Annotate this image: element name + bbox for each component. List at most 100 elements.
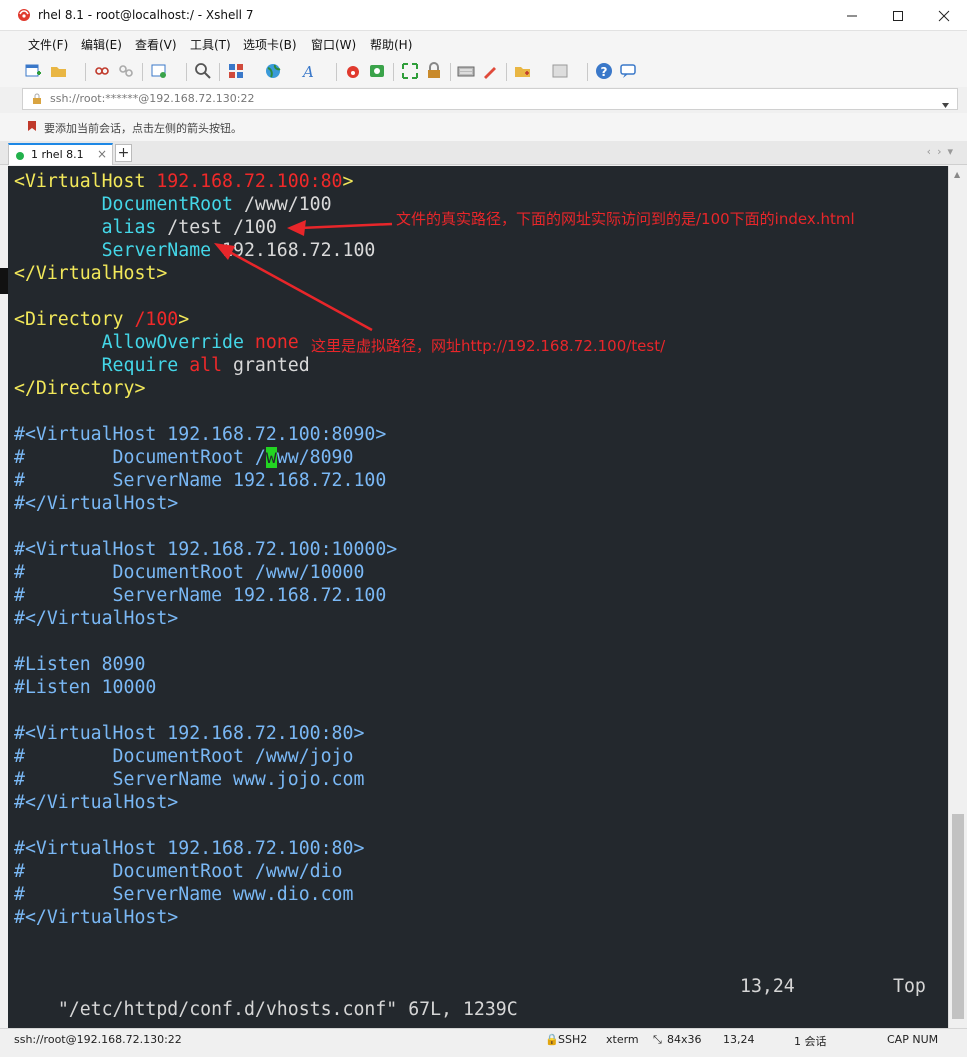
- tab-label: 1 rhel 8.1: [31, 148, 84, 161]
- hint-text: 要添加当前会话，点击左侧的箭头按钮。: [44, 122, 242, 135]
- menu-tabs[interactable]: 选项卡(B): [243, 36, 297, 53]
- highlight-icon[interactable]: [481, 62, 499, 80]
- hint-bar: 要添加当前会话，点击左侧的箭头按钮。: [0, 113, 967, 141]
- chevron-down-icon[interactable]: [942, 97, 949, 108]
- properties-icon[interactable]: [150, 62, 168, 80]
- vim-scroll-position: Top: [893, 976, 926, 997]
- status-protocol: SSH2: [558, 1033, 588, 1046]
- new-session-icon[interactable]: [24, 62, 42, 80]
- terminal-scrollbar[interactable]: ▲: [948, 166, 967, 1028]
- tab-rhel-8-1[interactable]: 1 rhel 8.1 ×: [8, 143, 113, 165]
- status-size: 84x36: [667, 1033, 702, 1046]
- fullscreen-icon[interactable]: [401, 62, 419, 80]
- terminal-line: # DocumentRoot /www/jojo: [14, 746, 354, 767]
- terminal-line: #</VirtualHost>: [14, 792, 179, 813]
- status-cursor: 13,24: [723, 1033, 755, 1046]
- xshell-logo-icon[interactable]: [344, 62, 362, 80]
- window-title: rhel 8.1 - root@localhost:/ - Xshell 7: [38, 8, 254, 22]
- svg-text:?: ?: [601, 65, 608, 79]
- tab-close-icon[interactable]: ×: [97, 147, 107, 161]
- terminal-line: DocumentRoot /www/100: [101, 194, 332, 215]
- terminal-line: #</VirtualHost>: [14, 608, 179, 629]
- scrollbar-thumb[interactable]: [952, 814, 964, 1019]
- font-icon[interactable]: A: [301, 62, 319, 81]
- keyboard-icon[interactable]: [457, 62, 475, 80]
- layout-icon[interactable]: [227, 62, 245, 80]
- tab-nav-arrows-icon[interactable]: ‹›▾: [927, 145, 959, 158]
- lock-small-icon: [31, 93, 43, 105]
- terminal-line: #<VirtualHost 192.168.72.100:80>: [14, 838, 365, 859]
- toolbar: A ?: [0, 55, 967, 87]
- terminal-lines: <VirtualHost 192.168.72.100:80> Document…: [14, 170, 397, 929]
- terminal-line: ServerName 192.168.72.100: [101, 240, 376, 261]
- terminal-line: # DocumentRoot /www/dio: [14, 861, 343, 882]
- tab-bar: 1 rhel 8.1 × + ‹›▾: [0, 141, 967, 165]
- lock-icon[interactable]: [425, 62, 443, 80]
- terminal-line: #<VirtualHost 192.168.72.100:8090>: [14, 424, 387, 445]
- terminal-line: #</VirtualHost>: [14, 493, 179, 514]
- status-bar: ssh://root@192.168.72.130:22 🔒 SSH2 xter…: [0, 1028, 967, 1050]
- terminal-line: </Directory>: [14, 378, 146, 399]
- terminal-line: <VirtualHost 192.168.72.100:80>: [14, 171, 354, 192]
- address-input[interactable]: ssh://root:******@192.168.72.130:22: [50, 92, 255, 105]
- menu-help[interactable]: 帮助(H): [370, 36, 412, 53]
- terminal-line: # ServerName www.dio.com: [14, 884, 354, 905]
- title-bar: rhel 8.1 - root@localhost:/ - Xshell 7: [0, 0, 967, 31]
- vim-status-line: "/etc/httpd/conf.d/vhosts.conf" 67L, 123…: [14, 975, 934, 1020]
- menu-file[interactable]: 文件(F): [28, 36, 68, 53]
- menu-view[interactable]: 查看(V): [135, 36, 177, 53]
- svg-text:A: A: [301, 63, 314, 80]
- menu-edit[interactable]: 编辑(E): [81, 36, 122, 53]
- globe-icon[interactable]: [264, 62, 282, 80]
- window-layout-icon[interactable]: [551, 62, 569, 80]
- terminal-view[interactable]: <VirtualHost 192.168.72.100:80> Document…: [8, 166, 948, 1028]
- new-folder-icon[interactable]: [514, 62, 532, 80]
- terminal-line: alias /test /100: [101, 217, 277, 238]
- annotation-note-virtual-path: 这里是虚拟路径，网址http://192.168.72.100/test/: [311, 337, 666, 355]
- terminal-line: <Directory /100>: [14, 309, 190, 330]
- vim-file-info: "/etc/httpd/conf.d/vhosts.conf" 67L, 123…: [57, 999, 518, 1020]
- disconnect-icon[interactable]: [117, 62, 135, 80]
- status-term: xterm: [606, 1033, 639, 1046]
- menu-bar: 文件(F) 编辑(E) 查看(V) 工具(T) 选项卡(B) 窗口(W) 帮助(…: [0, 31, 967, 55]
- xftp-icon[interactable]: [368, 62, 386, 80]
- add-tab-button[interactable]: +: [115, 144, 132, 162]
- address-bar[interactable]: ssh://root:******@192.168.72.130:22: [22, 88, 958, 110]
- terminal-line: # DocumentRoot /www/10000: [14, 562, 365, 583]
- connect-icon[interactable]: [93, 62, 111, 80]
- find-icon[interactable]: [194, 62, 212, 80]
- chat-icon[interactable]: [619, 62, 637, 80]
- terminal-line: #</VirtualHost>: [14, 907, 179, 928]
- terminal-line: #Listen 10000: [14, 677, 157, 698]
- terminal-line: Require all granted: [101, 355, 310, 376]
- annotation-note-real-path: 文件的真实路径，下面的网址实际访问到的是/100下面的index.html: [396, 210, 855, 228]
- menu-window[interactable]: 窗口(W): [311, 36, 356, 53]
- left-edge-strip: [0, 268, 8, 294]
- open-folder-icon[interactable]: [50, 62, 68, 80]
- help-icon[interactable]: ?: [595, 62, 613, 80]
- minimize-button[interactable]: [829, 0, 875, 31]
- terminal-line: #Listen 8090: [14, 654, 146, 675]
- bookmark-icon[interactable]: [26, 120, 38, 132]
- menu-tools[interactable]: 工具(T): [190, 36, 231, 53]
- status-connection: ssh://root@192.168.72.130:22: [14, 1033, 182, 1046]
- window-bottom-edge: [0, 1050, 967, 1057]
- connected-status-icon: [16, 152, 24, 160]
- status-sessions: 1 会话: [794, 1035, 827, 1048]
- terminal-line: </VirtualHost>: [14, 263, 168, 284]
- vim-cursor-position: 13,24: [740, 976, 795, 997]
- maximize-button[interactable]: [875, 0, 921, 31]
- terminal-line: # DocumentRoot /www/8090: [14, 447, 354, 468]
- terminal-line: #<VirtualHost 192.168.72.100:10000>: [14, 539, 398, 560]
- close-window-button[interactable]: [921, 0, 967, 31]
- ssh-lock-icon: 🔒: [545, 1033, 559, 1046]
- terminal-line: #<VirtualHost 192.168.72.100:80>: [14, 723, 365, 744]
- terminal-line: # ServerName www.jojo.com: [14, 769, 365, 790]
- scroll-up-icon[interactable]: ▲: [954, 170, 960, 179]
